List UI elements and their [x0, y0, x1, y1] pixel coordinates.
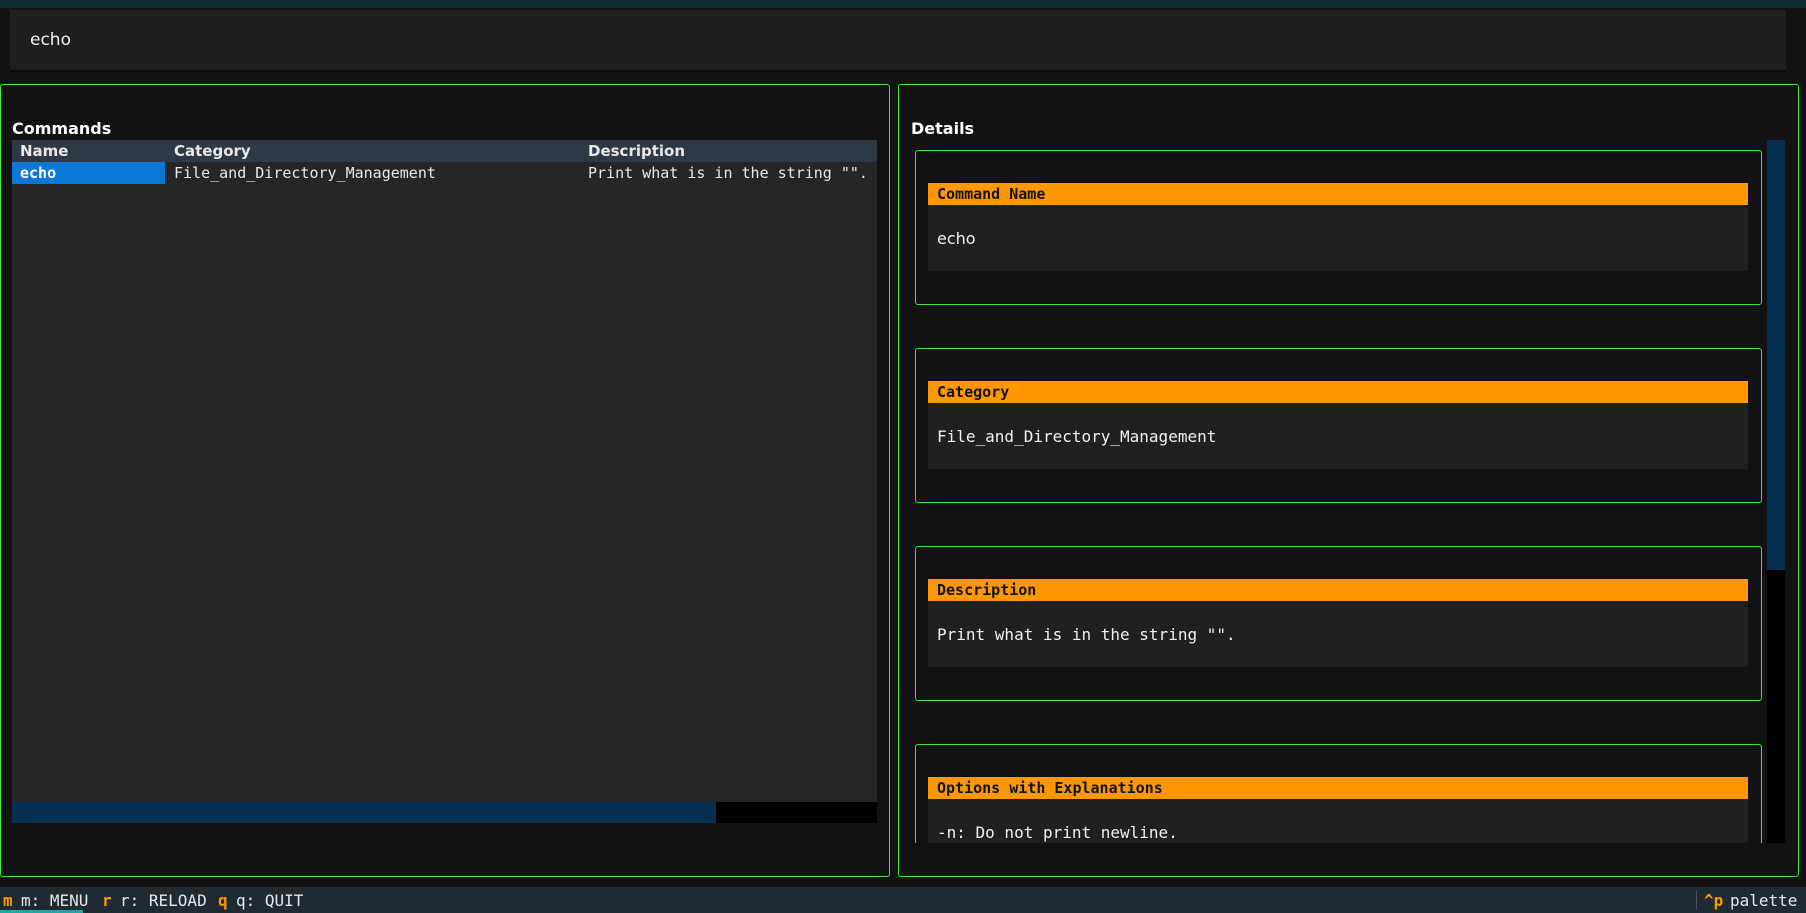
detail-card-value: -n: Do not print newline.: [928, 799, 1748, 843]
vertical-scrollbar-thumb[interactable]: [1767, 140, 1785, 570]
footer-key-palette[interactable]: ^p: [1704, 891, 1723, 910]
detail-card-value: Print what is in the string "".: [928, 601, 1748, 667]
footer-key-quit[interactable]: q: [218, 891, 228, 910]
details-panel-title: Details: [911, 119, 975, 138]
vertical-scrollbar[interactable]: [1767, 140, 1785, 843]
column-header-description[interactable]: Description: [588, 142, 685, 160]
column-header-category[interactable]: Category: [174, 142, 251, 160]
footer-key-reload[interactable]: r: [102, 891, 112, 910]
commands-panel: Commands Name Category Description echo …: [0, 84, 890, 877]
commands-panel-title: Commands: [12, 119, 112, 138]
detail-card-description: Description Print what is in the string …: [915, 546, 1762, 701]
detail-card-header: Category: [928, 381, 1748, 403]
commands-table-header: Name Category Description: [12, 140, 877, 162]
detail-card-value: File_and_Directory_Management: [928, 403, 1748, 469]
detail-card-category: Category File_and_Directory_Management: [915, 348, 1762, 503]
footer-bar: m m: MENU r r: RELOAD q q: QUIT ^p palet…: [0, 887, 1806, 913]
detail-card-command-name: Command Name echo: [915, 150, 1762, 305]
search-input[interactable]: echo: [10, 10, 1786, 72]
table-row[interactable]: echo File_and_Directory_Management Print…: [12, 162, 877, 184]
footer-divider: [1696, 891, 1697, 909]
footer-reload-button[interactable]: r: RELOAD: [120, 891, 207, 910]
footer-key-menu[interactable]: m: [3, 891, 13, 910]
footer-palette-button[interactable]: palette: [1730, 891, 1797, 910]
footer-quit-button[interactable]: q: QUIT: [236, 891, 303, 910]
details-scroll-area[interactable]: Command Name echo Category File_and_Dire…: [911, 140, 1781, 843]
commands-table[interactable]: Name Category Description echo File_and_…: [12, 140, 877, 823]
row-name-cell[interactable]: echo: [12, 162, 165, 184]
footer-menu-button[interactable]: m: MENU: [21, 891, 88, 910]
window-top-strip: [0, 0, 1806, 8]
detail-card-header: Description: [928, 579, 1748, 601]
details-panel: Details Command Name echo Category File_…: [898, 84, 1799, 877]
detail-card-value: echo: [928, 205, 1748, 271]
detail-card-header: Command Name: [928, 183, 1748, 205]
detail-card-header: Options with Explanations: [928, 777, 1748, 799]
horizontal-scrollbar[interactable]: [12, 802, 877, 823]
column-header-name[interactable]: Name: [20, 142, 68, 160]
row-description-cell[interactable]: Print what is in the string "".: [588, 164, 868, 182]
search-input-value: echo: [30, 30, 71, 50]
horizontal-scrollbar-thumb[interactable]: [12, 802, 716, 823]
row-category-cell[interactable]: File_and_Directory_Management: [174, 164, 436, 182]
detail-card-options: Options with Explanations -n: Do not pri…: [915, 744, 1762, 843]
